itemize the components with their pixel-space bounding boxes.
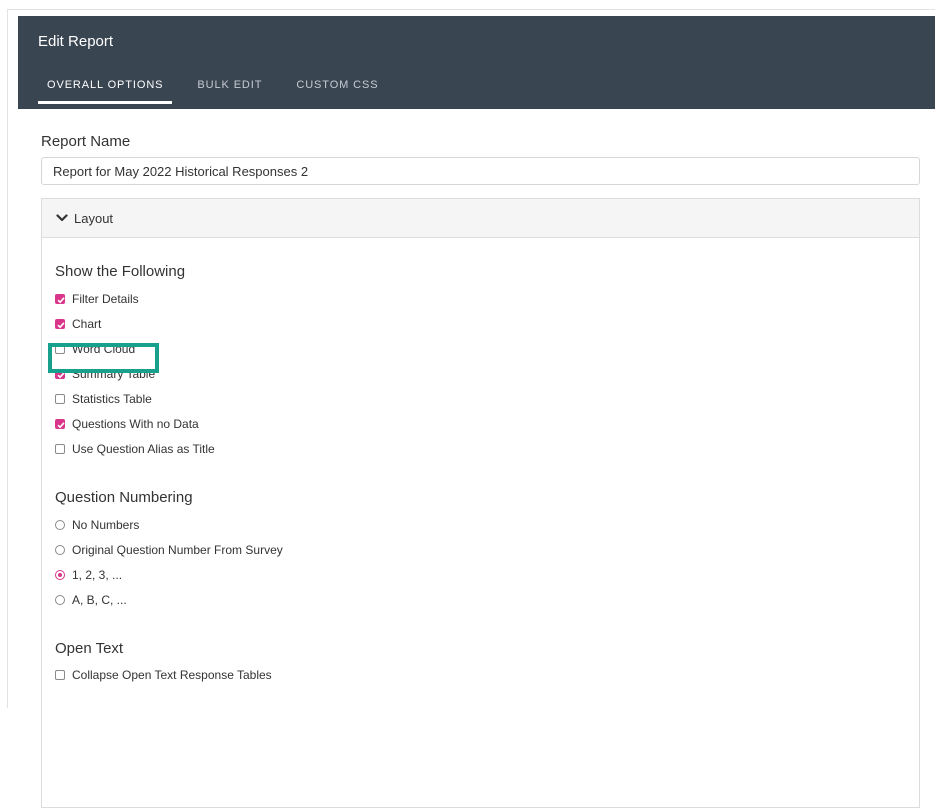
dialog-header: Edit Report OVERALL OPTIONS BULK EDIT CU… [18, 16, 935, 109]
checkbox-unchecked[interactable] [55, 394, 65, 404]
option-collapse-open-text[interactable]: Collapse Open Text Response Tables [55, 667, 272, 683]
option-label: Collapse Open Text Response Tables [72, 668, 272, 682]
option-summary-table[interactable]: Summary Table [55, 366, 155, 382]
option-original-number[interactable]: Original Question Number From Survey [55, 542, 283, 558]
option-label: 1, 2, 3, ... [72, 568, 123, 582]
checkbox-checked[interactable] [55, 369, 65, 379]
option-label: Statistics Table [72, 392, 152, 406]
option-questions-no-data[interactable]: Questions With no Data [55, 416, 199, 432]
radio-unselected[interactable] [55, 520, 65, 530]
open-text-title: Open Text [55, 640, 124, 657]
option-word-cloud[interactable]: Word Cloud [55, 341, 135, 357]
checkbox-checked[interactable] [55, 419, 65, 429]
option-label: Chart [72, 317, 102, 331]
option-alphabetic[interactable]: A, B, C, ... [55, 592, 127, 608]
checkbox-unchecked[interactable] [55, 344, 65, 354]
option-label: Word Cloud [72, 342, 136, 356]
option-no-numbers[interactable]: No Numbers [55, 517, 139, 533]
tab-custom-css[interactable]: CUSTOM CSS [287, 74, 387, 104]
edit-report-dialog: Edit Report OVERALL OPTIONS BULK EDIT CU… [18, 16, 935, 808]
option-label: Questions With no Data [72, 417, 199, 431]
option-filter-details[interactable]: Filter Details [55, 291, 139, 307]
dialog-title: Edit Report [38, 33, 114, 50]
checkbox-checked[interactable] [55, 294, 65, 304]
question-numbering-title: Question Numbering [55, 489, 193, 506]
window-left-edge [7, 9, 8, 708]
tab-bar: OVERALL OPTIONS BULK EDIT CUSTOM CSS [38, 74, 404, 109]
layout-panel-toggle[interactable]: Layout [42, 199, 919, 238]
checkbox-unchecked[interactable] [55, 444, 65, 454]
report-name-input[interactable] [41, 157, 920, 185]
layout-panel: Layout Show the Following Filter Details… [41, 198, 920, 808]
option-label: No Numbers [72, 518, 140, 532]
option-numeric[interactable]: 1, 2, 3, ... [55, 567, 122, 583]
option-label: A, B, C, ... [72, 593, 127, 607]
option-label: Original Question Number From Survey [72, 543, 283, 557]
radio-unselected[interactable] [55, 595, 65, 605]
tab-overall-options[interactable]: OVERALL OPTIONS [38, 74, 173, 104]
radio-unselected[interactable] [55, 545, 65, 555]
option-question-alias-title[interactable]: Use Question Alias as Title [55, 441, 215, 457]
checkbox-unchecked[interactable] [55, 670, 65, 680]
chevron-down-icon [56, 214, 68, 222]
radio-selected[interactable] [55, 570, 65, 580]
report-name-label: Report Name [41, 133, 131, 150]
option-chart[interactable]: Chart [55, 316, 101, 332]
option-statistics-table[interactable]: Statistics Table [55, 391, 152, 407]
show-following-title: Show the Following [55, 263, 186, 280]
option-label: Use Question Alias as Title [72, 442, 215, 456]
option-label: Filter Details [72, 292, 139, 306]
tab-bulk-edit[interactable]: BULK EDIT [188, 74, 271, 104]
checkbox-checked[interactable] [55, 319, 65, 329]
option-label: Summary Table [72, 367, 156, 381]
window-top-edge [7, 9, 935, 10]
layout-panel-label: Layout [74, 210, 114, 226]
